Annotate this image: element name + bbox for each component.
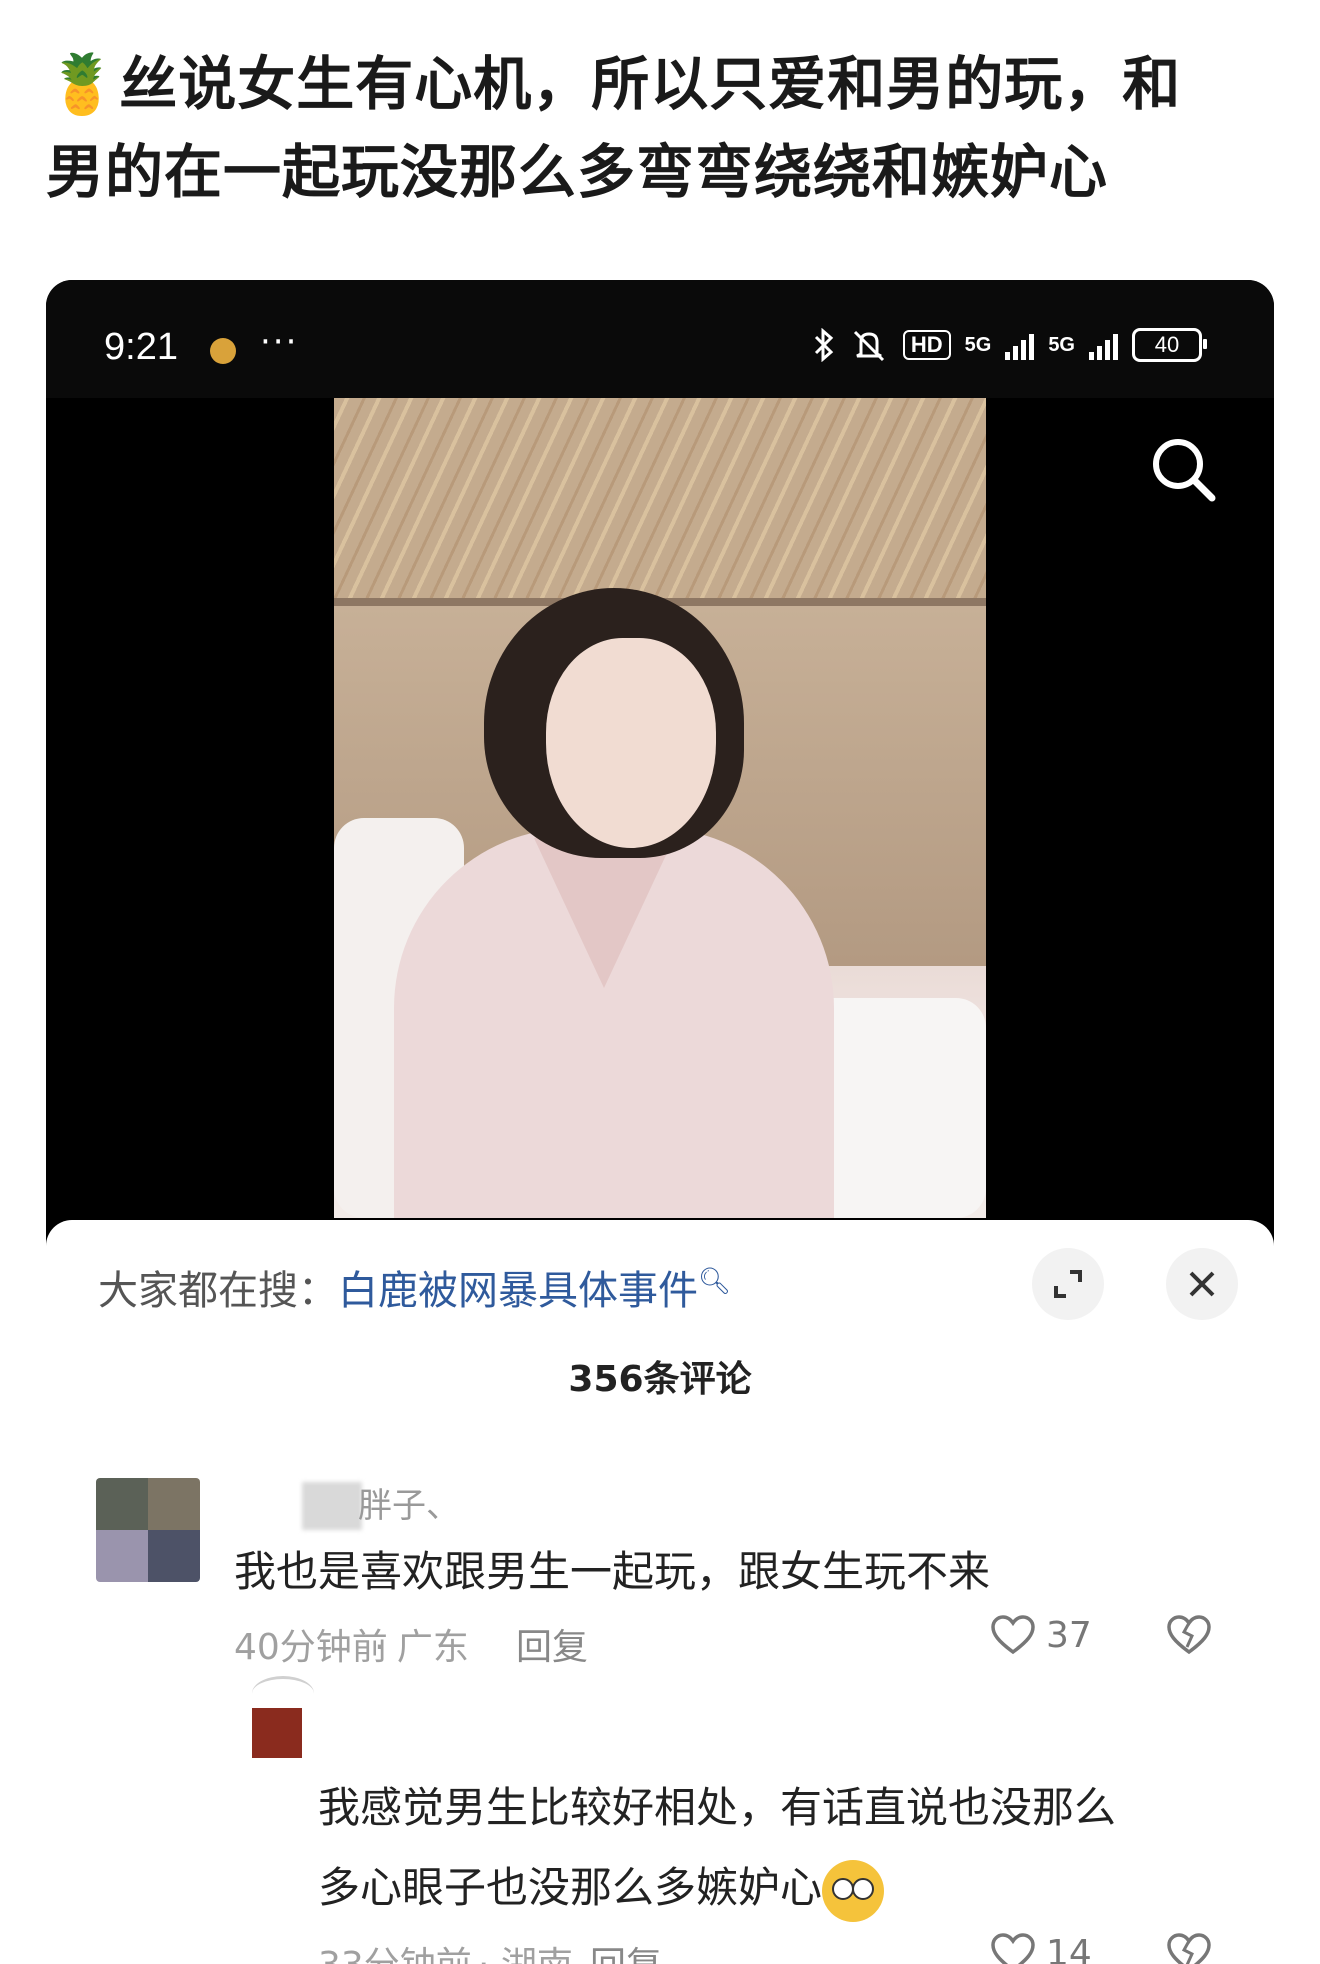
reply-button[interactable]: 回复 — [516, 1618, 588, 1670]
search-button[interactable] — [1144, 430, 1224, 510]
comment-time: 40分钟前 — [234, 1627, 388, 1668]
signal-bars-1-icon — [1005, 330, 1035, 360]
close-button[interactable] — [1166, 1248, 1238, 1320]
network-type-1: 5G — [964, 333, 992, 356]
flushed-face-emoji-icon — [822, 1859, 885, 1922]
bluetooth-icon — [814, 328, 834, 362]
like-count: 37 — [1046, 1614, 1092, 1656]
expand-button[interactable] — [1032, 1248, 1104, 1320]
expand-icon — [1054, 1270, 1082, 1298]
status-time: 9:21 — [104, 326, 178, 368]
dislike-button[interactable] — [1166, 1614, 1212, 1656]
phone-screenshot: 9:21 ··· HD 5G 5G 40 大家都在搜：白鹿被网暴具体事件🔍︎ 3… — [46, 280, 1274, 1964]
reply-text-line2: 多心眼子也没那么多嫉妒心 — [318, 1854, 885, 1922]
broken-heart-icon — [1167, 1933, 1211, 1964]
hd-voice-badge: HD — [902, 330, 951, 360]
username-blur — [302, 1482, 362, 1530]
post-title-line2: 男的在一起玩没那么多弯弯绕绕和嫉妒心 — [46, 138, 1109, 206]
comment-time: 33分钟前 — [318, 1936, 472, 1964]
hot-search-row: 大家都在搜：白鹿被网暴具体事件🔍︎ — [98, 1258, 731, 1316]
more-notifications-icon: ··· — [260, 322, 299, 362]
close-icon — [1189, 1271, 1215, 1297]
comment-count: 356条评论 — [568, 1359, 752, 1400]
avatar[interactable] — [96, 1478, 200, 1582]
comment-sheet: 大家都在搜：白鹿被网暴具体事件🔍︎ 356条评论 胖子、 我也是喜欢跟男生一起玩… — [46, 1220, 1274, 1964]
heart-icon — [991, 1615, 1035, 1655]
comment-text: 我也是喜欢跟男生一起玩，跟女生玩不来 — [234, 1547, 991, 1596]
signal-bars-2-icon — [1089, 330, 1118, 360]
reply-text-line1: 我感觉男生比较好相处，有话直说也没那么 — [318, 1783, 1117, 1832]
avatar[interactable] — [252, 1708, 302, 1758]
message-notification-icon — [210, 338, 236, 364]
comment-location: · 广东 — [374, 1627, 469, 1668]
comment-location: · 湖南 — [478, 1936, 573, 1964]
search-small-icon: 🔍︎ — [698, 1266, 732, 1297]
dislike-button[interactable] — [1166, 1932, 1212, 1964]
mute-icon — [853, 330, 884, 362]
battery-indicator: 40 — [1132, 328, 1207, 362]
network-type-2: 5G — [1048, 333, 1075, 356]
avatar-ring — [252, 1676, 314, 1711]
hot-search-label: 大家都在搜： — [98, 1268, 338, 1314]
like-count: 14 — [1046, 1932, 1092, 1964]
pineapple-emoji-icon: 🍍 — [46, 50, 120, 118]
post-title-line1: 丝说女生有心机，所以只爱和男的玩，和 — [119, 50, 1182, 118]
person-face — [546, 638, 716, 848]
reply-button[interactable]: 回复 — [590, 1936, 662, 1964]
status-icons: HD 5G 5G 40 — [813, 328, 1207, 362]
like-button[interactable]: 14 — [990, 1932, 1092, 1964]
search-icon — [1153, 439, 1216, 502]
comment-username[interactable]: 胖子、 — [358, 1478, 460, 1527]
hot-search-link[interactable]: 白鹿被网暴具体事件 — [338, 1268, 698, 1314]
like-button[interactable]: 37 — [990, 1614, 1092, 1656]
video-frame[interactable] — [334, 398, 986, 1218]
post-title: 🍍丝说女生有心机，所以只爱和男的玩，和 男的在一起玩没那么多弯弯绕绕和嫉妒心 — [46, 40, 1276, 216]
status-bar: 9:21 ··· HD 5G 5G 40 — [46, 280, 1274, 398]
broken-heart-icon — [1167, 1615, 1211, 1655]
heart-icon — [991, 1933, 1035, 1964]
